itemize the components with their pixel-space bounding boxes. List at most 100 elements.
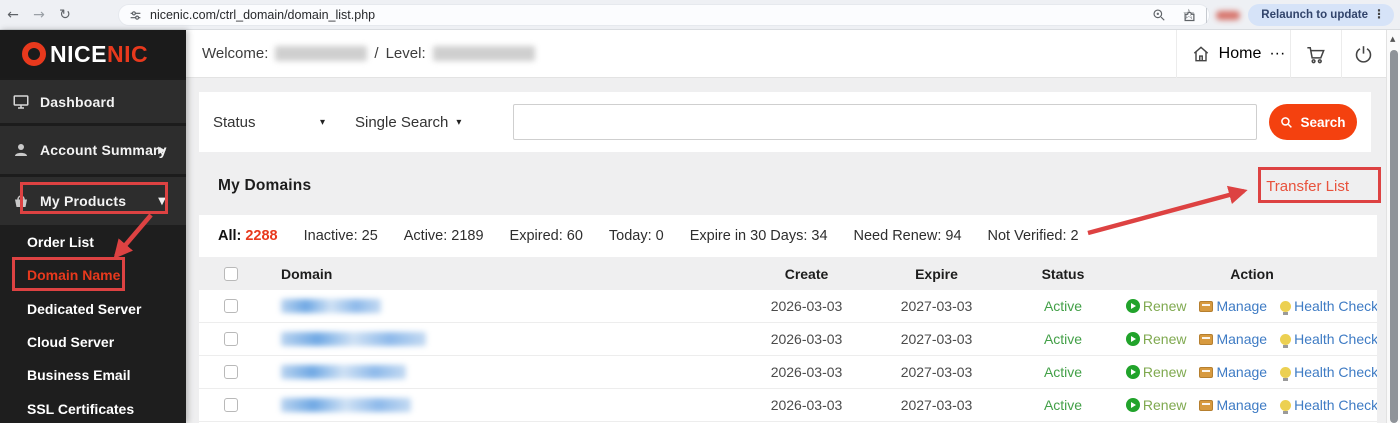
sidebar-item-account-summary[interactable]: Account Summary ▶ xyxy=(0,126,186,174)
sidebar: NICENIC Dashboard Account Summary ▶ My P… xyxy=(0,30,186,423)
renew-link[interactable]: Renew xyxy=(1125,364,1186,380)
table-row: 2026-03-03 2027-03-03 Active Renew Manag… xyxy=(199,323,1377,356)
transfer-list-link[interactable]: Transfer List xyxy=(1266,178,1349,195)
column-domain: Domain xyxy=(281,265,333,282)
expire-date: 2027-03-03 xyxy=(900,397,973,413)
renew-icon xyxy=(1125,398,1140,412)
manage-icon xyxy=(1199,399,1214,411)
row-checkbox[interactable] xyxy=(224,299,238,313)
browser-menu-icon[interactable]: ⋮ xyxy=(1373,7,1385,21)
sidebar-item-domain-name[interactable]: Domain Name xyxy=(0,258,186,292)
domain-link-redacted[interactable] xyxy=(281,332,426,346)
search-panel: Status ▾ Single Search ▾ Search xyxy=(199,92,1371,152)
sidebar-item-dashboard[interactable]: Dashboard xyxy=(0,80,186,123)
row-checkbox[interactable] xyxy=(224,332,238,346)
sidebar-item-my-products[interactable]: My Products ▼ xyxy=(0,177,186,225)
home-button[interactable]: Home ··· xyxy=(1188,30,1288,78)
renew-link[interactable]: Renew xyxy=(1125,298,1186,314)
url-text: nicenic.com/ctrl_domain/domain_list.php xyxy=(150,8,376,22)
nicenic-logo[interactable]: NICENIC xyxy=(0,30,186,78)
health-check-link[interactable]: Health Check xyxy=(1280,331,1377,348)
bulb-icon xyxy=(1280,300,1292,315)
sidebar-item-cloud-server[interactable]: Cloud Server xyxy=(0,325,186,358)
scroll-up-icon[interactable]: ▲ xyxy=(1390,35,1395,43)
back-icon[interactable]: ← xyxy=(0,7,26,23)
stat-all[interactable]: All: 2288 xyxy=(218,228,278,244)
stat-expired[interactable]: Expired: 60 xyxy=(510,228,583,244)
renew-link[interactable]: Renew xyxy=(1125,331,1186,347)
cart-button[interactable] xyxy=(1290,30,1341,78)
select-all-checkbox[interactable] xyxy=(224,266,238,281)
manage-link[interactable]: Manage xyxy=(1199,397,1267,413)
chevron-down-icon: ▼ xyxy=(158,195,166,207)
sidebar-item-ssl-certificates[interactable]: SSL Certificates xyxy=(0,392,186,423)
manage-icon xyxy=(1199,366,1214,378)
expire-date: 2027-03-03 xyxy=(900,331,973,347)
chevron-down-icon: ▾ xyxy=(456,116,462,128)
topbar-divider xyxy=(1176,30,1177,78)
page-scrollbar[interactable]: ▲ xyxy=(1386,30,1400,423)
stat-not-verified[interactable]: Not Verified: 2 xyxy=(988,228,1079,244)
page-title: My Domains xyxy=(218,177,312,194)
address-bar[interactable]: nicenic.com/ctrl_domain/domain_list.php … xyxy=(118,4,1210,26)
manage-link[interactable]: Manage xyxy=(1199,331,1267,347)
status-select[interactable]: Status ▾ xyxy=(213,114,325,131)
search-button[interactable]: Search xyxy=(1269,104,1357,140)
renew-icon xyxy=(1125,332,1140,346)
site-settings-icon[interactable] xyxy=(129,9,142,22)
chevron-right-icon: ▶ xyxy=(158,144,166,156)
app-window: ← → ↻ nicenic.com/ctrl_domain/domain_lis… xyxy=(0,0,1400,423)
search-mode-select[interactable]: Single Search ▾ xyxy=(355,114,461,131)
sidebar-item-order-list[interactable]: Order List xyxy=(0,225,186,258)
scrollbar-thumb[interactable] xyxy=(1390,50,1398,423)
relaunch-button[interactable]: Relaunch to update ⋮ xyxy=(1248,4,1394,26)
welcome-text: Welcome: / Level: xyxy=(202,45,535,62)
stat-expire-30-days[interactable]: Expire in 30 Days: 34 xyxy=(690,228,828,244)
domain-link-redacted[interactable] xyxy=(281,398,411,412)
create-date: 2026-03-03 xyxy=(770,331,843,347)
health-check-link[interactable]: Health Check xyxy=(1280,397,1377,414)
reload-icon[interactable]: ↻ xyxy=(52,7,78,23)
forward-icon[interactable]: → xyxy=(26,7,52,23)
row-checkbox[interactable] xyxy=(224,365,238,379)
sidebar-item-dedicated-server[interactable]: Dedicated Server xyxy=(0,292,186,325)
health-check-link[interactable]: Health Check xyxy=(1280,364,1377,381)
stat-active[interactable]: Active: 2189 xyxy=(404,228,484,244)
health-check-link[interactable]: Health Check xyxy=(1280,298,1377,315)
home-more-icon[interactable]: ··· xyxy=(1269,45,1285,63)
table-row: 2026-03-03 2027-03-03 Active Renew Manag… xyxy=(199,389,1377,422)
bulb-icon xyxy=(1280,366,1292,381)
search-input[interactable] xyxy=(513,104,1257,140)
table-row: 2026-03-03 2027-03-03 Active Renew Manag… xyxy=(199,356,1377,389)
sidebar-item-business-email[interactable]: Business Email xyxy=(0,358,186,392)
stat-need-renew[interactable]: Need Renew: 94 xyxy=(854,228,962,244)
manage-link[interactable]: Manage xyxy=(1199,364,1267,380)
status-badge: Active xyxy=(1043,397,1083,413)
stat-today[interactable]: Today: 0 xyxy=(609,228,664,244)
column-action: Action xyxy=(1230,265,1274,282)
manage-link[interactable]: Manage xyxy=(1199,298,1267,314)
search-icon xyxy=(1281,116,1293,128)
expire-date: 2027-03-03 xyxy=(900,364,973,380)
zoom-icon[interactable] xyxy=(1152,8,1166,22)
domain-link-redacted[interactable] xyxy=(281,365,406,379)
logout-button[interactable] xyxy=(1341,30,1386,78)
monitor-icon xyxy=(13,94,29,109)
status-badge: Active xyxy=(1043,298,1083,314)
domain-link-redacted[interactable] xyxy=(281,299,381,313)
create-date: 2026-03-03 xyxy=(770,364,843,380)
home-icon xyxy=(1193,46,1208,62)
logo-icon xyxy=(22,42,46,66)
renew-link[interactable]: Renew xyxy=(1125,397,1186,413)
row-checkbox[interactable] xyxy=(224,398,238,412)
bulb-icon xyxy=(1280,399,1292,414)
level-redacted xyxy=(432,46,535,61)
status-badge: Active xyxy=(1043,364,1083,380)
renew-icon xyxy=(1125,365,1140,379)
manage-icon xyxy=(1199,300,1214,312)
manage-icon xyxy=(1199,333,1214,345)
extensions-icon[interactable] xyxy=(1182,8,1197,23)
stat-inactive[interactable]: Inactive: 25 xyxy=(304,228,378,244)
create-date: 2026-03-03 xyxy=(770,397,843,413)
table-header: Domain Create Expire Status Action xyxy=(199,257,1377,290)
